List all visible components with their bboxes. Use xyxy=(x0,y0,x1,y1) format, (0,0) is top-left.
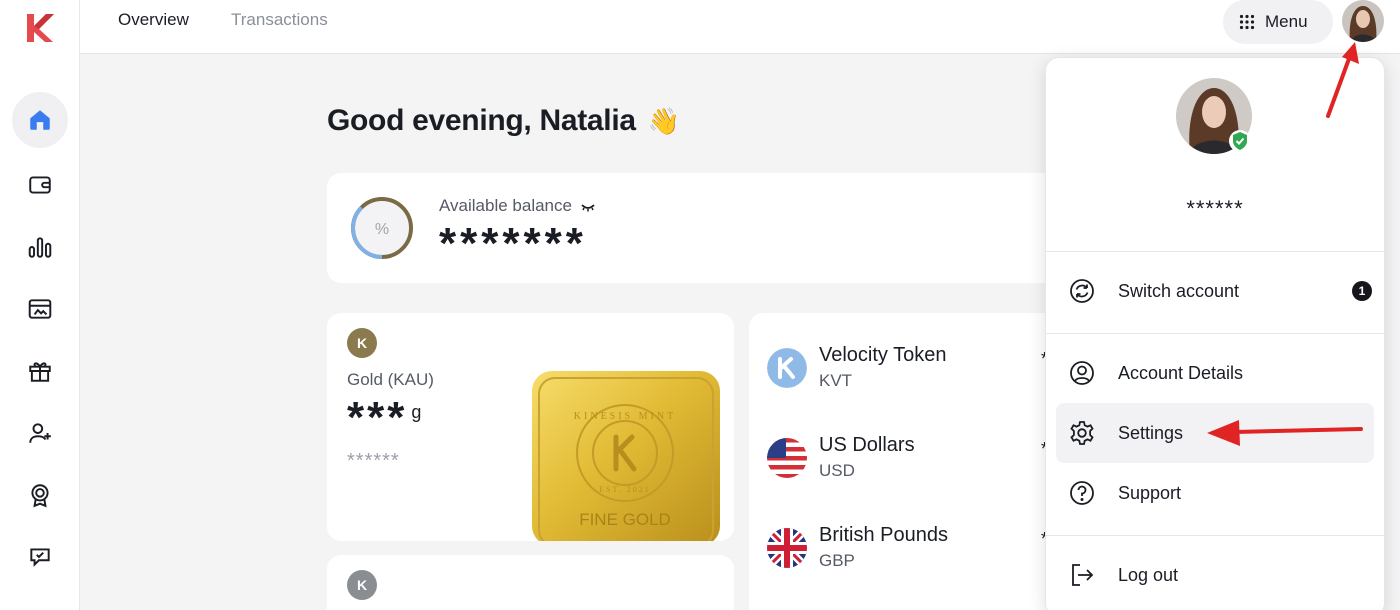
annotation-arrow-avatar xyxy=(1326,42,1359,118)
sidebar-item-support[interactable] xyxy=(12,529,68,585)
ring-percent-symbol: % xyxy=(375,221,389,238)
switch-account-icon xyxy=(1070,279,1094,303)
tab-overview[interactable]: Overview xyxy=(118,10,189,30)
balance-value: ******* xyxy=(439,219,587,268)
help-icon xyxy=(1070,481,1094,505)
gold-card[interactable]: K Gold (KAU) *** g ****** KINESIS MINT ES… xyxy=(327,313,734,541)
switch-account-item[interactable]: Switch account 1 xyxy=(1056,261,1374,321)
grid-dots-icon xyxy=(1239,14,1255,30)
eye-closed-icon[interactable] xyxy=(581,202,595,212)
card-icon xyxy=(28,299,52,319)
sidebar-item-achievements[interactable] xyxy=(12,467,68,523)
logout-icon xyxy=(1072,564,1094,586)
masked-username: ****** xyxy=(1186,196,1244,221)
gold-value: *** g xyxy=(347,393,421,443)
asset-name: Velocity Token xyxy=(819,344,947,366)
gold-unit: g xyxy=(411,402,422,422)
balance-label: Available balance xyxy=(439,196,595,216)
home-icon xyxy=(30,110,50,130)
asset-code: KVT xyxy=(819,371,853,390)
us-flag-icon xyxy=(767,438,807,478)
asset-name: US Dollars xyxy=(819,434,915,456)
sidebar xyxy=(0,0,80,610)
gold-bar-image: KINESIS MINT EST. 2021 FINE GOLD xyxy=(532,371,720,541)
wave-emoji-icon: 👋 xyxy=(647,106,680,136)
logout-item[interactable]: Log out xyxy=(1056,545,1374,605)
user-circle-icon xyxy=(1070,361,1094,385)
divider xyxy=(1046,535,1384,536)
kag-badge-icon: K xyxy=(347,570,377,600)
wallet-icon xyxy=(29,176,51,194)
balance-ring-icon[interactable]: % xyxy=(349,195,415,261)
asset-code: GBP xyxy=(819,551,855,570)
top-bar: Overview Transactions Menu xyxy=(80,0,1400,54)
account-count-badge: 1 xyxy=(1352,281,1372,301)
asset-code: USD xyxy=(819,461,855,480)
sidebar-item-rewards[interactable] xyxy=(12,343,68,399)
greeting-text: Good evening, Natalia xyxy=(327,104,636,137)
silver-card[interactable]: K xyxy=(327,555,734,610)
gold-value-text: *** xyxy=(347,393,408,442)
kvt-icon xyxy=(767,348,807,388)
kau-badge-icon: K xyxy=(347,328,377,358)
sidebar-item-home[interactable] xyxy=(12,92,68,148)
account-dropdown: ****** Switch account 1 Account Details … xyxy=(1045,57,1385,610)
menu-button[interactable]: Menu xyxy=(1223,0,1333,44)
avatar xyxy=(1342,0,1384,42)
page-title: Good evening, Natalia 👋 xyxy=(327,104,680,138)
support-chat-icon xyxy=(30,548,50,567)
gold-bar-year: EST. 2021 xyxy=(599,485,651,494)
switch-account-label: Switch account xyxy=(1118,280,1240,301)
annotation-arrow-settings xyxy=(1207,420,1363,446)
chart-icon xyxy=(28,237,52,258)
profile-avatar-button[interactable] xyxy=(1342,0,1384,42)
support-item[interactable]: Support xyxy=(1056,463,1374,523)
assets-card: Velocity Token KVT * US Dollars USD * Br… xyxy=(749,313,1067,610)
sidebar-item-invite[interactable] xyxy=(12,405,68,461)
sidebar-item-markets[interactable] xyxy=(12,219,68,275)
uk-flag-icon xyxy=(767,528,807,568)
gold-sub-value: ****** xyxy=(347,450,400,472)
settings-label: Settings xyxy=(1118,422,1184,443)
divider xyxy=(1046,333,1384,334)
account-details-item[interactable]: Account Details xyxy=(1056,343,1374,403)
gear-icon xyxy=(1070,421,1094,445)
menu-label: Menu xyxy=(1265,12,1308,31)
gold-bar-label: FINE GOLD xyxy=(579,510,671,529)
award-icon xyxy=(31,484,49,508)
asset-name: British Pounds xyxy=(819,524,948,546)
support-label: Support xyxy=(1118,482,1182,503)
sidebar-item-wallet[interactable] xyxy=(12,157,68,213)
divider xyxy=(1046,251,1384,252)
gift-icon xyxy=(29,362,51,382)
balance-label-text: Available balance xyxy=(439,196,572,215)
verified-shield-icon xyxy=(1229,130,1251,152)
kinesis-logo[interactable] xyxy=(24,12,56,44)
tab-transactions[interactable]: Transactions xyxy=(231,10,328,30)
balance-card: % Available balance ******* xyxy=(327,173,1067,283)
sidebar-item-card[interactable] xyxy=(12,281,68,337)
gold-name: Gold (KAU) xyxy=(347,370,434,389)
account-details-label: Account Details xyxy=(1118,362,1244,383)
add-user-icon xyxy=(29,423,51,443)
logout-label: Log out xyxy=(1118,564,1179,585)
gold-bar-ring-text: KINESIS MINT xyxy=(574,411,676,422)
